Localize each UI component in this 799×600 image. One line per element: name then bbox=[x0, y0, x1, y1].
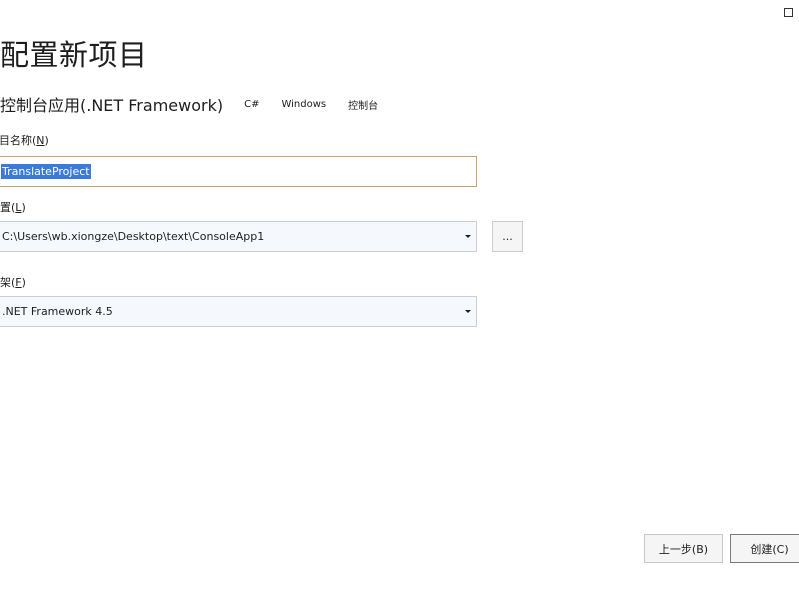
template-info: 控制台应用(.NET Framework) C# Windows 控制台 bbox=[0, 92, 393, 116]
page-title: 配置新项目 bbox=[0, 38, 148, 72]
maximize-button[interactable] bbox=[780, 4, 796, 20]
project-name-value: TranslateProject bbox=[1, 164, 91, 179]
tag-project-type: 控制台 bbox=[341, 93, 386, 115]
location-label: 位置(L) bbox=[0, 201, 26, 214]
framework-label: 框架(F) bbox=[0, 276, 26, 289]
maximize-icon bbox=[783, 7, 793, 17]
tag-language: C# bbox=[237, 95, 267, 113]
framework-dropdown-arrow[interactable] bbox=[460, 297, 476, 326]
browse-button[interactable]: ... bbox=[492, 221, 523, 252]
framework-value: .NET Framework 4.5 bbox=[2, 305, 113, 318]
tag-platform: Windows bbox=[274, 95, 334, 113]
location-combobox[interactable]: C:\Users\wb.xiongze\Desktop\text\Console… bbox=[0, 221, 477, 252]
location-dropdown-arrow[interactable] bbox=[460, 222, 476, 251]
chevron-down-icon bbox=[465, 310, 471, 313]
chevron-down-icon bbox=[465, 235, 471, 238]
create-button[interactable]: 创建(C) bbox=[730, 534, 799, 563]
framework-combobox[interactable]: .NET Framework 4.5 bbox=[0, 296, 477, 327]
template-name: 控制台应用(.NET Framework) bbox=[0, 96, 224, 115]
project-name-input[interactable]: TranslateProject bbox=[0, 156, 477, 187]
project-name-label: 项目名称(N) bbox=[0, 134, 49, 147]
back-button[interactable]: 上一步(B) bbox=[644, 534, 723, 563]
location-value: C:\Users\wb.xiongze\Desktop\text\Console… bbox=[2, 230, 265, 243]
